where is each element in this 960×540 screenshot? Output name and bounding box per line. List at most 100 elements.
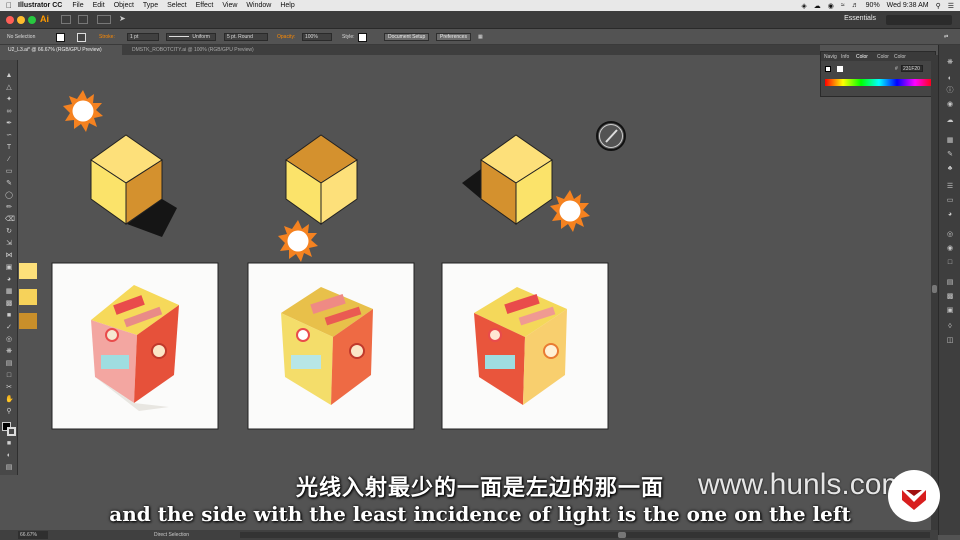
cube-light-right[interactable] [462,134,590,232]
align-icon[interactable]: ▤ [946,279,954,287]
zoom-window-button[interactable] [28,16,36,24]
workspace-switcher[interactable]: Essentials [844,15,876,22]
cc-libraries-icon[interactable]: ☁ [946,117,954,125]
tab-color-themes[interactable]: Color [894,54,906,60]
appearance-icon[interactable]: ❋ [946,59,954,67]
white-swatch[interactable] [837,66,843,72]
tab-u2-l3[interactable]: U2_L3.ai* @ 66.67% (RGB/GPU Preview) [0,45,122,55]
cube-light-bottom[interactable] [278,134,358,262]
stroke-color-box[interactable] [7,427,16,436]
reference-photo-3[interactable] [441,262,609,430]
zoom-field[interactable]: 66.67% [18,531,48,539]
artboards-icon[interactable]: ◫ [946,337,954,345]
document-setup-button[interactable]: Document Setup [384,33,430,41]
stroke-panel-icon[interactable]: ☰ [946,183,954,191]
zoom-tool-icon[interactable]: ⚲ [5,408,13,416]
perspective-grid-icon[interactable]: ▦ [5,288,13,296]
mesh-tool-icon[interactable]: ▩ [5,300,13,308]
free-transform-icon[interactable]: ▣ [5,264,13,272]
stroke-weight-field[interactable]: 1 pt [127,33,159,41]
color-icon[interactable]: ◐ [946,75,954,83]
clock[interactable]: Wed 9:38 AM [887,2,929,9]
info-icon[interactable]: ⓘ [946,87,954,95]
stock-search-input[interactable] [886,15,952,25]
opacity-label[interactable]: Opacity: [277,34,295,40]
current-tool-status[interactable]: Direct Selection [154,532,189,538]
horizontal-scroll-thumb[interactable] [618,532,626,538]
minimize-window-button[interactable] [17,16,25,24]
rotate-icon[interactable]: ↻ [5,228,13,236]
vertical-scroll-thumb[interactable] [932,285,937,293]
color-mode-icon[interactable]: ■ [5,440,13,448]
direct-selection-tool-icon[interactable]: △ [5,84,13,92]
menu-help[interactable]: Help [280,2,294,9]
tab-color-guide[interactable]: Color [877,54,889,60]
hand-tool-icon[interactable]: ✋ [5,396,14,404]
eraser-icon[interactable]: ⌫ [5,216,15,224]
swatches-icon[interactable]: ▦ [946,137,954,145]
gradient-panel-icon[interactable]: ▭ [946,197,954,205]
magic-wand-icon[interactable]: ✦ [5,96,13,104]
color-guide-icon[interactable]: ◉ [946,101,954,109]
shape-builder-icon[interactable]: ◕ [5,276,13,284]
lasso-icon[interactable]: ∞ [5,108,13,116]
arrange-documents-icon[interactable] [97,15,111,24]
cloud-icon[interactable]: ☁ [814,2,821,10]
tab-navigator[interactable]: Navig [824,54,837,60]
stroke-label[interactable]: Stroke: [99,34,115,40]
vertical-scrollbar[interactable] [931,55,938,530]
spotlight-icon[interactable]: ⚲ [936,2,941,10]
stroke-swatch[interactable] [77,33,86,42]
eyedropper-icon[interactable]: ✓ [5,324,13,332]
menu-window[interactable]: Window [246,2,271,9]
width-tool-icon[interactable]: ⋈ [5,252,13,260]
selection-tool-icon[interactable]: ▲ [5,72,13,80]
menu-effect[interactable]: Effect [196,2,214,9]
graphic-styles-icon[interactable]: ◎ [946,231,954,239]
reference-photo-1[interactable] [51,262,219,430]
pen-tool-icon[interactable]: ✒ [5,120,13,128]
close-window-button[interactable] [6,16,14,24]
notification-icon[interactable]: ☰ [948,2,954,10]
gradient-tool-icon[interactable]: ■ [5,312,13,320]
opacity-field[interactable]: 100% [302,33,332,41]
menu-object[interactable]: Object [114,2,134,9]
none-swatch[interactable] [825,66,831,72]
panel-menu-icon[interactable]: ⇄ [944,34,948,40]
tab-info[interactable]: Info [841,54,849,60]
gpu-performance-icon[interactable]: ➤ [119,14,126,23]
graphic-style-swatch[interactable] [358,33,367,42]
menu-file[interactable]: File [72,2,83,9]
pathfinder-icon[interactable]: ▩ [946,293,954,301]
menu-type[interactable]: Type [143,2,158,9]
rectangle-tool-icon[interactable]: ▭ [5,168,13,176]
color-spectrum[interactable] [825,79,933,86]
slice-tool-icon[interactable]: ✂ [5,384,13,392]
paintbrush-icon[interactable]: ✎ [5,180,13,188]
shaper-tool-icon[interactable]: ◯ [5,192,13,200]
symbol-sprayer-icon[interactable]: ❋ [5,348,13,356]
app-menu[interactable]: Illustrator CC [18,2,62,9]
pencil-icon[interactable]: ✏ [5,204,13,212]
layers-icon[interactable]: ◊ [946,323,954,331]
fill-swatch[interactable] [56,33,65,42]
preferences-button[interactable]: Preferences [436,33,471,41]
layers-panel-icon[interactable]: □ [946,259,954,267]
menu-view[interactable]: View [222,2,237,9]
brushes-icon[interactable]: ✎ [946,151,954,159]
appearance-panel-icon[interactable]: ◉ [946,245,954,253]
column-graph-icon[interactable]: ▤ [5,360,13,368]
transform-icon[interactable]: ▣ [946,307,954,315]
menu-edit[interactable]: Edit [93,2,105,9]
menu-select[interactable]: Select [167,2,186,9]
apple-icon[interactable]:  [0,1,18,10]
draw-mode-icon[interactable]: ◐ [5,452,13,460]
scale-icon[interactable]: ⇲ [5,240,13,248]
transparency-icon[interactable]: ◕ [946,211,954,219]
type-tool-icon[interactable]: T [5,144,13,152]
tab-color[interactable]: Color [856,54,868,60]
stroke-profile-select[interactable]: Uniform [166,33,216,41]
artboard-canvas[interactable] [19,55,931,530]
horizontal-scrollbar[interactable] [240,532,930,538]
fill-stroke-icon[interactable] [2,422,16,436]
